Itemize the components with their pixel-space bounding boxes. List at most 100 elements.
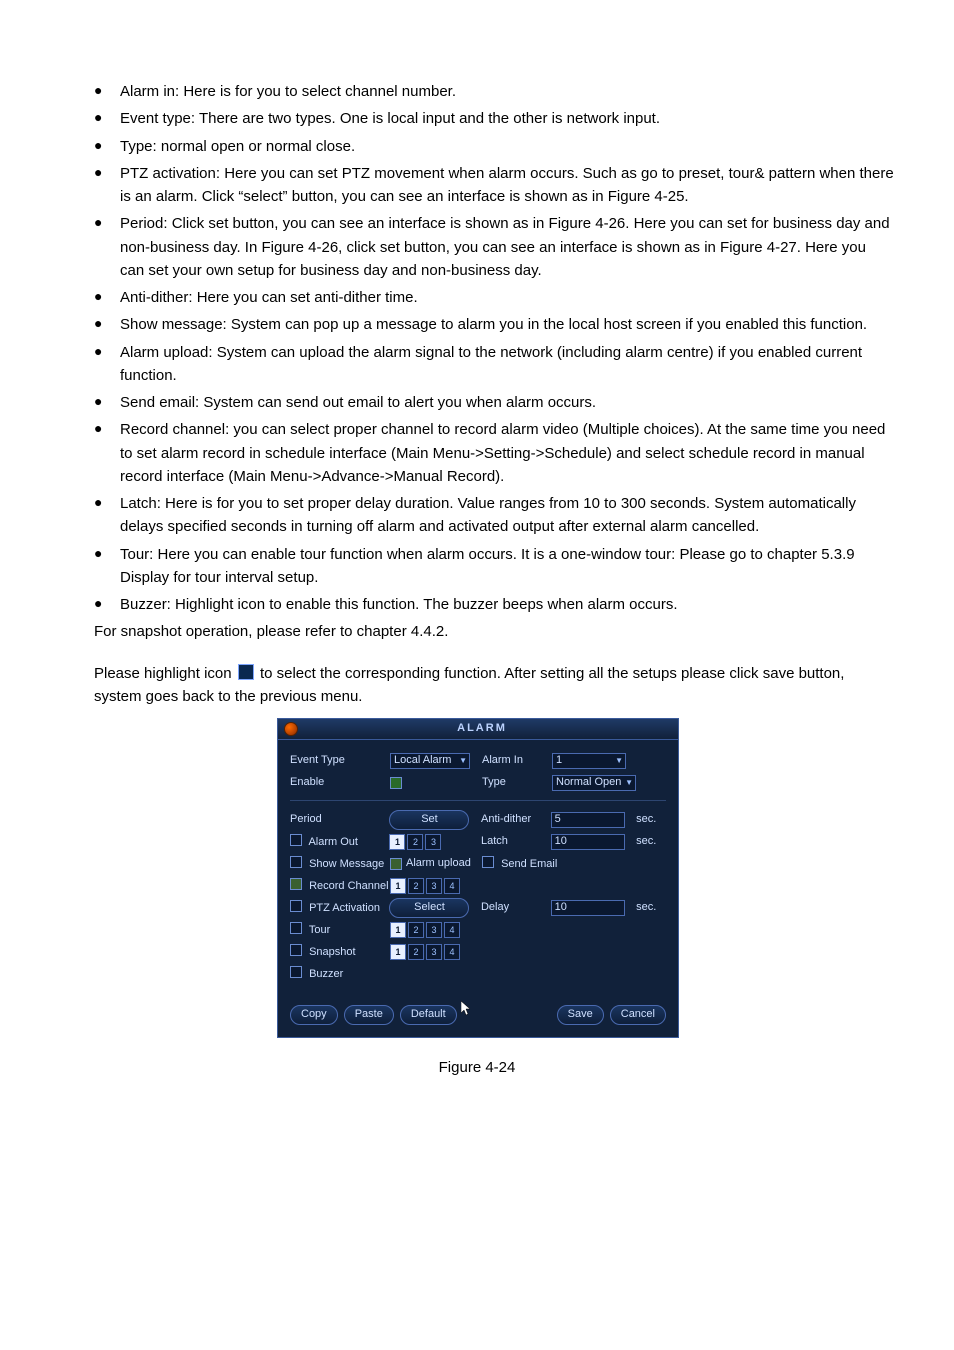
bullet-item: Send email: System can send out email to…	[94, 391, 894, 414]
alarm-out-channels: 123	[389, 834, 441, 850]
bullet-text: Period: Click set button, you can see an…	[120, 215, 890, 279]
label-enable: Enable	[290, 776, 390, 789]
latch-input[interactable]: 10	[551, 834, 625, 850]
bullet-item: Tour: Here you can enable tour function …	[94, 543, 894, 590]
alarm-in-select[interactable]: 1 ▼	[552, 753, 626, 769]
figure-caption: Figure 4-24	[60, 1056, 894, 1079]
bullet-item: Anti-dither: Here you can set anti-dithe…	[94, 286, 894, 309]
cursor-icon	[461, 1001, 473, 1017]
channel-box-3[interactable]: 3	[425, 834, 441, 850]
tour-channel-boxes: 1234	[390, 922, 460, 938]
chevron-down-icon: ▼	[459, 756, 467, 766]
alarm-upload-checkbox[interactable]	[390, 858, 402, 870]
channel-box-2[interactable]: 2	[407, 834, 423, 850]
bullet-text: Event type: There are two types. One is …	[120, 110, 660, 127]
label-alarm-in: Alarm In	[482, 754, 552, 767]
snapshot-checkbox[interactable]	[290, 944, 302, 956]
snapshot-channel-boxes: 1234	[390, 944, 460, 960]
label-alarm-upload: Alarm upload	[406, 857, 471, 870]
channel-box-3[interactable]: 3	[426, 922, 442, 938]
enable-checkbox[interactable]	[390, 777, 402, 789]
event-type-select[interactable]: Local Alarm ▼	[390, 753, 470, 769]
channel-box-3[interactable]: 3	[426, 878, 442, 894]
type-select[interactable]: Normal Open ▼	[552, 775, 636, 791]
copy-button[interactable]: Copy	[290, 1005, 338, 1025]
paste-button[interactable]: Paste	[344, 1005, 394, 1025]
channel-box-1[interactable]: 1	[390, 922, 406, 938]
label-period: Period	[290, 813, 389, 826]
send-email-checkbox[interactable]	[482, 856, 494, 868]
dialog-title: ALARM	[304, 722, 660, 735]
anti-dither-input[interactable]: 5	[551, 812, 625, 828]
bullet-item: Type: normal open or normal close.	[94, 135, 894, 158]
bullet-text: Send email: System can send out email to…	[120, 394, 596, 411]
channel-box-4[interactable]: 4	[444, 878, 460, 894]
label-alarm-out: Alarm Out	[308, 836, 358, 848]
label-tour: Tour	[309, 924, 330, 936]
text-before-icon: Please highlight icon	[94, 665, 236, 682]
label-buzzer: Buzzer	[309, 968, 343, 980]
bullet-text: Buzzer: Highlight icon to enable this fu…	[120, 596, 678, 613]
chevron-down-icon: ▼	[615, 756, 623, 766]
bullet-text: Anti-dither: Here you can set anti-dithe…	[120, 289, 418, 306]
bullet-text: Show message: System can pop up a messag…	[120, 316, 867, 333]
bullet-text: Record channel: you can select proper ch…	[120, 421, 885, 485]
show-message-checkbox[interactable]	[290, 856, 302, 868]
highlight-icon-paragraph: Please highlight icon to select the corr…	[94, 662, 894, 709]
alarm-in-value: 1	[556, 754, 562, 767]
channel-box-3[interactable]: 3	[426, 944, 442, 960]
label-show-message: Show Message	[309, 858, 384, 870]
bullet-item: Period: Click set button, you can see an…	[94, 212, 894, 282]
channel-box-2[interactable]: 2	[408, 944, 424, 960]
channel-box-1[interactable]: 1	[389, 834, 405, 850]
bullet-item: Alarm upload: System can upload the alar…	[94, 341, 894, 388]
label-send-email: Send Email	[501, 858, 557, 870]
cancel-button[interactable]: Cancel	[610, 1005, 666, 1025]
tour-checkbox[interactable]	[290, 922, 302, 934]
bullet-item: Event type: There are two types. One is …	[94, 107, 894, 130]
buzzer-checkbox[interactable]	[290, 966, 302, 978]
window-orb-icon	[284, 722, 298, 736]
bullet-text: PTZ activation: Here you can set PTZ mov…	[120, 165, 894, 205]
type-value: Normal Open	[556, 776, 621, 789]
post-bullets-note: For snapshot operation, please refer to …	[94, 620, 894, 643]
record-channel-checkbox[interactable]	[290, 878, 302, 890]
ptz-select-button[interactable]: Select	[389, 898, 469, 918]
feature-bullet-list: Alarm in: Here is for you to select chan…	[60, 80, 894, 616]
record-channel-boxes: 1234	[390, 878, 460, 894]
channel-box-2[interactable]: 2	[408, 878, 424, 894]
label-event-type: Event Type	[290, 754, 390, 767]
alarm-dialog: ALARM Event Type Local Alarm ▼ Alarm In	[277, 718, 679, 1038]
channel-box-1[interactable]: 1	[390, 944, 406, 960]
ptz-activation-checkbox[interactable]	[290, 900, 302, 912]
period-set-button[interactable]: Set	[389, 810, 469, 830]
channel-box-4[interactable]: 4	[444, 944, 460, 960]
chevron-down-icon: ▼	[625, 778, 633, 788]
bullet-text: Type: normal open or normal close.	[120, 138, 355, 155]
bullet-item: Record channel: you can select proper ch…	[94, 418, 894, 488]
channel-box-2[interactable]: 2	[408, 922, 424, 938]
channel-box-1[interactable]: 1	[390, 878, 406, 894]
dialog-titlebar: ALARM	[278, 719, 678, 740]
bullet-item: Buzzer: Highlight icon to enable this fu…	[94, 593, 894, 616]
channel-box-4[interactable]: 4	[444, 922, 460, 938]
default-button[interactable]: Default	[400, 1005, 457, 1025]
label-snapshot: Snapshot	[309, 946, 355, 958]
bullet-item: Show message: System can pop up a messag…	[94, 313, 894, 336]
label-type: Type	[482, 776, 552, 789]
save-button[interactable]: Save	[557, 1005, 604, 1025]
bullet-text: Latch: Here is for you to set proper del…	[120, 495, 856, 535]
bullet-item: Latch: Here is for you to set proper del…	[94, 492, 894, 539]
bullet-text: Alarm in: Here is for you to select chan…	[120, 83, 456, 100]
label-ptz-activation: PTZ Activation	[309, 902, 380, 914]
delay-input[interactable]: 10	[551, 900, 625, 916]
unit-sec: sec.	[636, 835, 666, 848]
alarm-out-checkbox[interactable]	[290, 834, 302, 846]
bullet-item: PTZ activation: Here you can set PTZ mov…	[94, 162, 894, 209]
label-latch: Latch	[481, 835, 551, 848]
label-anti-dither: Anti-dither	[481, 813, 551, 826]
unit-sec: sec.	[636, 813, 666, 826]
bullet-item: Alarm in: Here is for you to select chan…	[94, 80, 894, 103]
event-type-value: Local Alarm	[394, 754, 451, 767]
bullet-text: Alarm upload: System can upload the alar…	[120, 344, 862, 384]
